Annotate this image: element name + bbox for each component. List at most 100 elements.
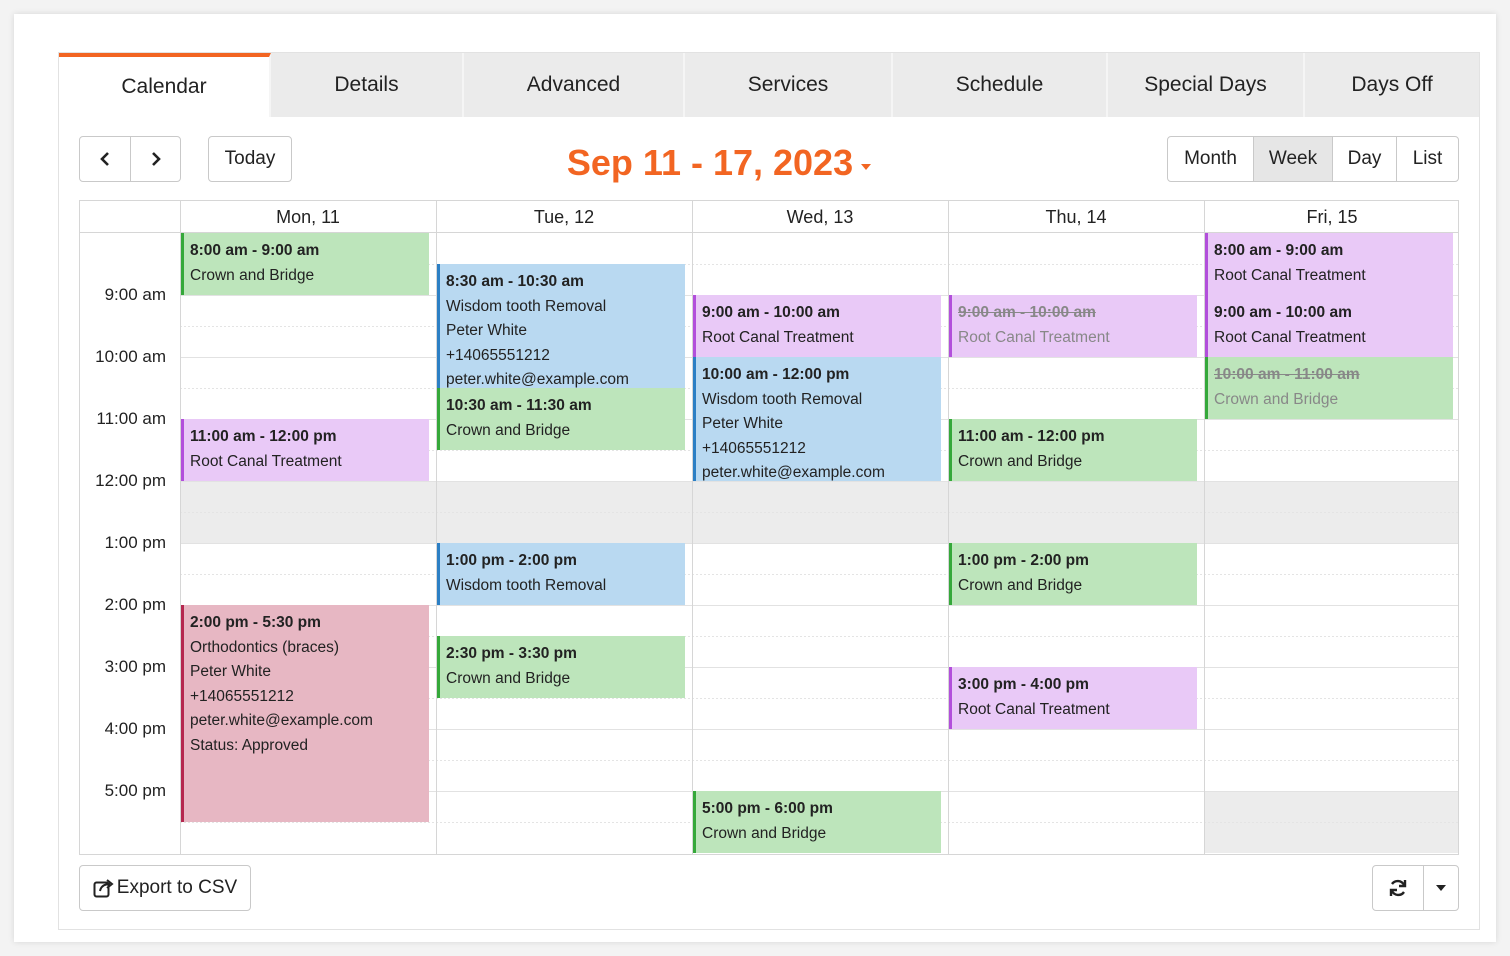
event-time: 1:00 pm - 2:00 pm — [958, 552, 1089, 569]
event-time: 11:00 am - 12:00 pm — [958, 428, 1105, 445]
event-time: 5:00 pm - 6:00 pm — [702, 800, 833, 817]
slot-line — [180, 512, 1458, 513]
chevron-right-icon — [151, 152, 161, 166]
time-label: 4:00 pm — [104, 719, 166, 738]
date-nav-group — [79, 136, 181, 182]
event-detail: +14065551212 — [190, 687, 294, 705]
caret-down-icon — [861, 164, 872, 170]
refresh-options-dropdown[interactable] — [1423, 866, 1458, 910]
appointment-event[interactable]: 10:30 am - 11:30 am Crown and Bridge — [437, 388, 685, 450]
event-time: 9:00 am - 10:00 am — [1214, 304, 1352, 321]
event-time: 9:00 am - 10:00 am — [702, 304, 840, 321]
event-detail: Root Canal Treatment — [190, 452, 342, 470]
prev-week-button[interactable] — [80, 137, 130, 181]
event-time: 8:00 am - 9:00 am — [190, 242, 320, 259]
day-header-row: Mon, 11 Tue, 12 Wed, 13 Thu, 14 Fri, 15 — [80, 201, 1458, 233]
caret-down-icon — [1436, 885, 1446, 891]
appointment-event[interactable]: 10:00 am - 12:00 pm Wisdom tooth Removal P… — [693, 357, 941, 481]
appointment-event[interactable]: 9:00 am - 10:00 am Root Canal Treatment — [693, 295, 941, 357]
chevron-left-icon — [100, 152, 109, 166]
refresh-button[interactable] — [1373, 866, 1423, 910]
cancelled-appointment[interactable]: 10:00 am - 11:00 am Crown and Bridge — [1205, 357, 1453, 419]
event-detail: peter.white@example.com — [702, 464, 885, 481]
event-time: 8:00 am - 9:00 am — [1214, 242, 1344, 259]
export-csv-label: Export to CSV — [116, 877, 238, 898]
event-detail: Crown and Bridge — [958, 576, 1083, 594]
event-time: 2:30 pm - 3:30 pm — [446, 645, 577, 662]
tab-schedule[interactable]: Schedule — [893, 53, 1108, 117]
day-header: Thu, 14 — [1045, 206, 1107, 227]
appointment-event[interactable]: 3:00 pm - 4:00 pm Root Canal Treatment — [949, 667, 1197, 729]
day-header: Tue, 12 — [533, 206, 595, 227]
event-detail: Orthodontics (braces) — [190, 638, 340, 656]
view-month-button[interactable]: Month — [1168, 137, 1253, 181]
event-time: 2:00 pm - 5:30 pm — [190, 614, 321, 631]
event-detail: Wisdom tooth Removal — [702, 390, 863, 408]
tab-special-days[interactable]: Special Days — [1108, 53, 1305, 117]
event-detail: Peter White — [702, 415, 783, 432]
slot-line — [180, 481, 1458, 482]
time-label: 1:00 pm — [104, 533, 166, 552]
appointment-event[interactable]: 9:00 am - 10:00 am Root Canal Treatment — [1205, 295, 1453, 357]
tab-calendar[interactable]: Calendar — [59, 53, 271, 117]
next-week-button[interactable] — [130, 137, 180, 181]
appointment-event[interactable]: 2:30 pm - 3:30 pm Crown and Bridge — [437, 636, 685, 698]
event-detail: Root Canal Treatment — [1214, 266, 1366, 284]
time-label: 3:00 pm — [104, 657, 166, 676]
view-day-button[interactable]: Day — [1332, 137, 1396, 181]
tab-days-off[interactable]: Days Off — [1305, 53, 1479, 117]
appointment-event[interactable]: 1:00 pm - 2:00 pm Crown and Bridge — [949, 543, 1197, 605]
appointment-event[interactable]: 8:30 am - 10:30 am Wisdom tooth Removal Pe… — [437, 264, 685, 388]
time-label: 5:00 pm — [104, 781, 166, 800]
tab-services[interactable]: Services — [685, 53, 893, 117]
appointment-event[interactable]: 5:00 pm - 6:00 pm Crown and Bridge — [693, 791, 941, 853]
date-range-picker[interactable]: Sep 11 - 17, 2023 — [539, 139, 899, 187]
tab-details[interactable]: Details — [271, 53, 464, 117]
slot-line — [180, 543, 1458, 544]
event-detail: +14065551212 — [446, 346, 550, 364]
time-label: 2:00 pm — [104, 595, 166, 614]
appointment-event[interactable]: 8:00 am - 9:00 am Crown and Bridge — [181, 233, 429, 295]
view-list-button[interactable]: List — [1396, 137, 1458, 181]
event-detail: Crown and Bridge — [1214, 390, 1339, 408]
calendar-panel: Calendar Details Advanced Services Sched… — [58, 52, 1480, 930]
appointment-event[interactable]: 2:00 pm - 5:30 pm Orthodontics (braces) Pe… — [181, 605, 429, 822]
view-week-button[interactable]: Week — [1253, 137, 1332, 181]
event-time: 10:30 am - 11:30 am — [446, 397, 592, 414]
date-range-label: Sep 11 - 17, 2023 — [566, 142, 854, 183]
event-detail: peter.white@example.com — [190, 712, 373, 729]
today-button[interactable]: Today — [208, 136, 292, 182]
refresh-group — [1372, 865, 1459, 911]
event-detail: Wisdom tooth Removal — [446, 576, 607, 594]
time-label: 9:00 am — [104, 285, 166, 304]
day-header: Fri, 15 — [1306, 206, 1358, 227]
event-time: 10:00 am - 12:00 pm — [702, 366, 850, 383]
time-label: 11:00 am — [96, 409, 166, 428]
day-header: Mon, 11 — [276, 206, 340, 227]
event-detail: Peter White — [446, 322, 527, 339]
event-detail: +14065551212 — [702, 439, 806, 457]
appointment-event[interactable]: 8:00 am - 9:00 am Root Canal Treatment — [1205, 233, 1453, 295]
tab-bar: Calendar Details Advanced Services Sched… — [59, 53, 1479, 117]
event-detail: Crown and Bridge — [190, 266, 315, 284]
tab-advanced[interactable]: Advanced — [464, 53, 685, 117]
cancelled-appointment[interactable]: 9:00 am - 10:00 am Root Canal Treatment — [949, 295, 1197, 357]
event-detail: Crown and Bridge — [446, 669, 571, 687]
appointment-event[interactable]: 11:00 am - 12:00 pm Root Canal Treatment — [181, 419, 429, 481]
appointment-event[interactable]: 1:00 pm - 2:00 pm Wisdom tooth Removal — [437, 543, 685, 605]
view-switcher: Month Week Day List — [1167, 136, 1459, 182]
event-detail: Crown and Bridge — [958, 452, 1083, 470]
event-time: 8:30 am - 10:30 am — [446, 273, 584, 290]
export-csv-button[interactable]: Export to CSV — [79, 865, 251, 911]
time-label: 12:00 pm — [95, 471, 166, 490]
event-detail: Peter White — [190, 663, 271, 680]
appointment-event[interactable]: 11:00 am - 12:00 pm Crown and Bridge — [949, 419, 1197, 481]
event-detail: Status: Approved — [190, 736, 309, 754]
event-time: 1:00 pm - 2:00 pm — [446, 552, 577, 569]
event-detail: Root Canal Treatment — [958, 328, 1110, 346]
day-header: Wed, 13 — [786, 206, 854, 227]
slot-line — [180, 574, 1458, 575]
event-detail: Crown and Bridge — [702, 824, 827, 842]
event-time: 11:00 am - 12:00 pm — [190, 428, 337, 445]
event-detail: Root Canal Treatment — [702, 328, 854, 346]
